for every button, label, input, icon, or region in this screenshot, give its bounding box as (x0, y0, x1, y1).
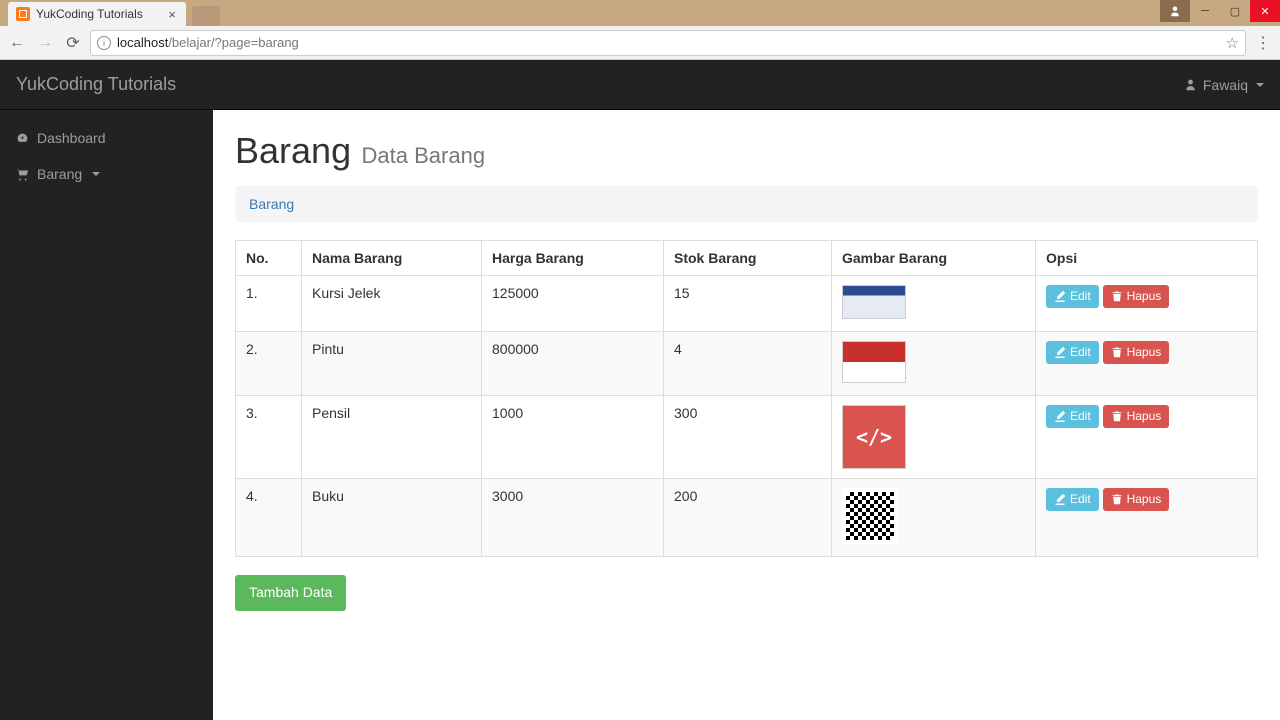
browser-chrome: YukCoding Tutorials × ─ ▢ ✕ ← → ⟳ i loca… (0, 0, 1280, 60)
body: Dashboard Barang Barang Data Barang Bara… (0, 110, 1280, 720)
breadcrumb: Barang (235, 186, 1258, 222)
back-icon[interactable]: ← (6, 32, 28, 54)
dashboard-icon (16, 132, 29, 145)
sidebar-item-label: Dashboard (37, 130, 106, 146)
item-thumbnail: </> (842, 405, 906, 469)
cell-nama: Buku (302, 479, 482, 557)
url-host: localhost (117, 35, 168, 50)
content: Barang Data Barang Barang No. Nama Baran… (213, 110, 1280, 720)
table-row: 4.Buku3000200 Edit Hapus (236, 479, 1258, 557)
cell-no: 3. (236, 396, 302, 479)
sidebar-item-barang[interactable]: Barang (0, 156, 213, 192)
url-bar[interactable]: i localhost/belajar/?page=barang ☆ (90, 30, 1246, 56)
brand[interactable]: YukCoding Tutorials (16, 74, 176, 95)
hapus-button[interactable]: Hapus (1103, 285, 1170, 308)
chrome-menu-icon[interactable]: ⋮ (1252, 33, 1274, 53)
address-bar-row: ← → ⟳ i localhost/belajar/?page=barang ☆… (0, 26, 1280, 60)
cell-nama: Pintu (302, 332, 482, 396)
edit-button[interactable]: Edit (1046, 405, 1099, 428)
cell-gambar: </> (832, 396, 1036, 479)
cell-stok: 300 (664, 396, 832, 479)
cell-nama: Kursi Jelek (302, 276, 482, 332)
url-path: /belajar/?page=barang (168, 35, 298, 50)
site-info-icon[interactable]: i (97, 36, 111, 50)
user-icon (1184, 78, 1197, 91)
window-maximize-icon[interactable]: ▢ (1220, 0, 1250, 22)
table-row: 3.Pensil1000300</> Edit Hapus (236, 396, 1258, 479)
bookmark-star-icon[interactable]: ☆ (1226, 34, 1239, 52)
new-tab-button[interactable] (192, 6, 220, 26)
tab-strip: YukCoding Tutorials × ─ ▢ ✕ (0, 0, 1280, 26)
window-controls: ─ ▢ ✕ (1160, 0, 1280, 22)
app: YukCoding Tutorials Fawaiq Dashboard Bar… (0, 60, 1280, 720)
table-header-row: No. Nama Barang Harga Barang Stok Barang… (236, 241, 1258, 276)
cell-gambar (832, 276, 1036, 332)
cell-no: 1. (236, 276, 302, 332)
cell-stok: 15 (664, 276, 832, 332)
table-row: 2.Pintu8000004 Edit Hapus (236, 332, 1258, 396)
th-gambar: Gambar Barang (832, 241, 1036, 276)
forward-icon: → (34, 32, 56, 54)
cell-gambar (832, 332, 1036, 396)
item-thumbnail (842, 488, 898, 544)
chrome-user-icon[interactable] (1160, 0, 1190, 22)
cell-opsi: Edit Hapus (1036, 396, 1258, 479)
sidebar-item-dashboard[interactable]: Dashboard (0, 120, 213, 156)
cell-harga: 3000 (482, 479, 664, 557)
th-harga: Harga Barang (482, 241, 664, 276)
cell-stok: 200 (664, 479, 832, 557)
page-header: Barang Data Barang (235, 130, 1258, 172)
page-title: Barang (235, 130, 351, 171)
table-row: 1.Kursi Jelek12500015 Edit Hapus (236, 276, 1258, 332)
user-menu[interactable]: Fawaiq (1184, 77, 1264, 93)
item-thumbnail (842, 285, 906, 319)
hapus-button[interactable]: Hapus (1103, 341, 1170, 364)
barang-table: No. Nama Barang Harga Barang Stok Barang… (235, 240, 1258, 557)
hapus-button[interactable]: Hapus (1103, 488, 1170, 511)
favicon-icon (16, 7, 30, 21)
reload-icon[interactable]: ⟳ (62, 32, 84, 54)
tambah-data-button[interactable]: Tambah Data (235, 575, 346, 611)
sidebar: Dashboard Barang (0, 110, 213, 720)
edit-button[interactable]: Edit (1046, 488, 1099, 511)
caret-down-icon (92, 172, 100, 176)
edit-button[interactable]: Edit (1046, 285, 1099, 308)
browser-tab[interactable]: YukCoding Tutorials × (8, 2, 186, 26)
th-no: No. (236, 241, 302, 276)
item-thumbnail (842, 341, 906, 383)
cell-no: 4. (236, 479, 302, 557)
edit-button[interactable]: Edit (1046, 341, 1099, 364)
tab-close-icon[interactable]: × (166, 7, 178, 22)
cell-gambar (832, 479, 1036, 557)
cart-icon (16, 168, 29, 181)
breadcrumb-link[interactable]: Barang (249, 196, 294, 212)
th-opsi: Opsi (1036, 241, 1258, 276)
cell-opsi: Edit Hapus (1036, 332, 1258, 396)
page-subtitle: Data Barang (362, 143, 486, 168)
cell-harga: 125000 (482, 276, 664, 332)
cell-no: 2. (236, 332, 302, 396)
user-name: Fawaiq (1203, 77, 1248, 93)
th-nama: Nama Barang (302, 241, 482, 276)
topbar: YukCoding Tutorials Fawaiq (0, 60, 1280, 110)
caret-down-icon (1256, 83, 1264, 87)
cell-nama: Pensil (302, 396, 482, 479)
sidebar-item-label: Barang (37, 166, 82, 182)
cell-opsi: Edit Hapus (1036, 276, 1258, 332)
window-minimize-icon[interactable]: ─ (1190, 0, 1220, 22)
th-stok: Stok Barang (664, 241, 832, 276)
cell-opsi: Edit Hapus (1036, 479, 1258, 557)
window-close-icon[interactable]: ✕ (1250, 0, 1280, 22)
cell-harga: 1000 (482, 396, 664, 479)
tab-title: YukCoding Tutorials (36, 7, 143, 21)
cell-harga: 800000 (482, 332, 664, 396)
cell-stok: 4 (664, 332, 832, 396)
hapus-button[interactable]: Hapus (1103, 405, 1170, 428)
